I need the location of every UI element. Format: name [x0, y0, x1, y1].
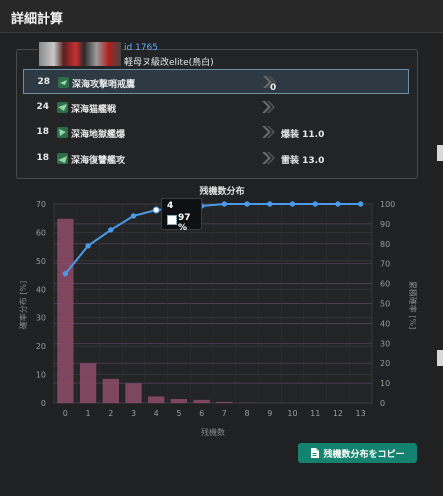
y2-tick-label: 90 — [380, 220, 390, 229]
double-chevron-right-icon — [262, 126, 275, 138]
line-point — [244, 201, 250, 207]
y-tick-label: 20 — [36, 342, 46, 351]
line-point — [312, 201, 318, 207]
x-tick-label: 8 — [245, 409, 250, 418]
double-chevron-right-icon — [262, 152, 275, 164]
tooltip-value: 97 % — [178, 213, 191, 233]
x-tick-label: 10 — [287, 409, 297, 418]
bar — [193, 399, 210, 403]
line-point — [108, 227, 114, 233]
bar — [102, 378, 119, 403]
enemy-name: 軽母ヌ級改elite(鳥白) — [124, 58, 214, 68]
equipment-row-4[interactable]: 18 深海復讐艦攻 雷装 13.0 — [23, 146, 409, 171]
slot-count: 24 — [36, 102, 49, 112]
line-point — [130, 213, 137, 219]
side-panel-edge — [437, 145, 443, 161]
line-point — [289, 201, 296, 207]
line-point — [152, 206, 160, 214]
y2-tick-label: 10 — [380, 379, 390, 388]
bar — [216, 401, 233, 403]
equipment-name: 深海攻撃哨戒鷹 — [72, 80, 136, 90]
x-tick-label: 9 — [267, 409, 272, 418]
seaplane-icon — [58, 77, 69, 88]
y2-tick-label: 30 — [380, 339, 390, 348]
y2-tick-label: 60 — [380, 280, 390, 289]
x-tick-label: 5 — [176, 409, 181, 418]
x-axis-label: 残機数 — [201, 427, 225, 437]
y-tick-label: 40 — [36, 285, 46, 294]
x-tick-label: 6 — [199, 409, 204, 418]
y-axis-label: 確率分布 [%] — [18, 281, 28, 329]
y2-tick-label: 50 — [380, 300, 390, 309]
y-tick-label: 30 — [36, 314, 46, 323]
tooltip-swatch — [167, 215, 177, 225]
x-tick-label: 12 — [333, 409, 343, 418]
torpedo-bomber-icon — [57, 153, 68, 164]
bar — [148, 396, 165, 403]
document-icon — [311, 448, 320, 458]
bar — [57, 218, 74, 403]
x-tick-label: 11 — [310, 409, 320, 418]
distribution-chart: 残機数分布 0102030405060700102030405060708090… — [18, 185, 418, 437]
double-chevron-right-icon — [262, 101, 275, 113]
x-tick-label: 7 — [222, 409, 227, 418]
y2-tick-label: 40 — [380, 319, 390, 328]
equipment-row-2[interactable]: 24 深海猫艦戦 — [23, 95, 409, 120]
y-tick-label: 0 — [41, 399, 46, 408]
x-tick-label: 13 — [356, 409, 366, 418]
tooltip-label: 4 — [167, 201, 174, 211]
bar — [125, 383, 142, 403]
x-tick-label: 1 — [86, 409, 91, 418]
line-point — [62, 270, 69, 277]
slot-count: 28 — [37, 77, 50, 87]
enemy-id[interactable]: id 1765 — [124, 43, 158, 53]
equipment-name: 深海猫艦戦 — [71, 105, 117, 115]
y2-tick-label: 70 — [380, 260, 390, 269]
line-point — [357, 201, 364, 207]
chart-title: 残機数分布 — [199, 185, 244, 197]
equipment-row-1[interactable]: 28 深海攻撃哨戒鷹 0 — [23, 69, 409, 94]
y2-tick-label: 0 — [380, 399, 385, 408]
y2-tick-label: 20 — [380, 359, 390, 368]
y-tick-label: 60 — [36, 228, 46, 237]
y2-tick-label: 100 — [380, 200, 395, 209]
window-title: 詳細計算 — [11, 12, 64, 27]
dive-bomber-icon — [57, 127, 68, 138]
bar — [79, 363, 97, 403]
enemy-portrait — [38, 41, 122, 67]
equipment-name: 深海復讐艦攻 — [71, 156, 126, 166]
x-tick-label: 2 — [108, 409, 113, 418]
x-tick-label: 4 — [154, 409, 159, 418]
fighter-icon — [57, 102, 68, 113]
copy-distribution-button[interactable]: 残機数分布をコピー — [298, 443, 417, 463]
bar — [170, 399, 188, 403]
chart-grid — [53, 203, 373, 404]
equipment-value: 0 — [270, 83, 277, 93]
y2-axis-label: 累積確率 [%] — [408, 281, 418, 329]
slot-count: 18 — [36, 127, 49, 137]
y-tick-label: 10 — [36, 371, 46, 380]
x-tick-label: 3 — [131, 409, 136, 418]
copy-button-label: 残機数分布をコピー — [323, 449, 405, 460]
title-bar: 詳細計算 — [0, 0, 443, 33]
equipment-value: 爆装 11.0 — [281, 130, 325, 140]
equipment-row-3[interactable]: 18 深海地獄艦爆 爆装 11.0 — [23, 120, 409, 145]
line-point — [267, 201, 273, 207]
slot-count: 18 — [36, 153, 49, 163]
y-tick-label: 70 — [36, 200, 46, 209]
equipment-value: 雷装 13.0 — [281, 156, 325, 166]
y2-tick-label: 80 — [380, 240, 390, 249]
equipment-name: 深海地獄艦爆 — [71, 130, 126, 140]
y-tick-label: 50 — [36, 257, 46, 266]
line-point — [85, 243, 91, 249]
line-point — [221, 201, 228, 207]
x-tick-label: 0 — [63, 409, 68, 418]
chart-tooltip: 4 97 % — [161, 198, 202, 233]
line-point — [335, 201, 341, 207]
